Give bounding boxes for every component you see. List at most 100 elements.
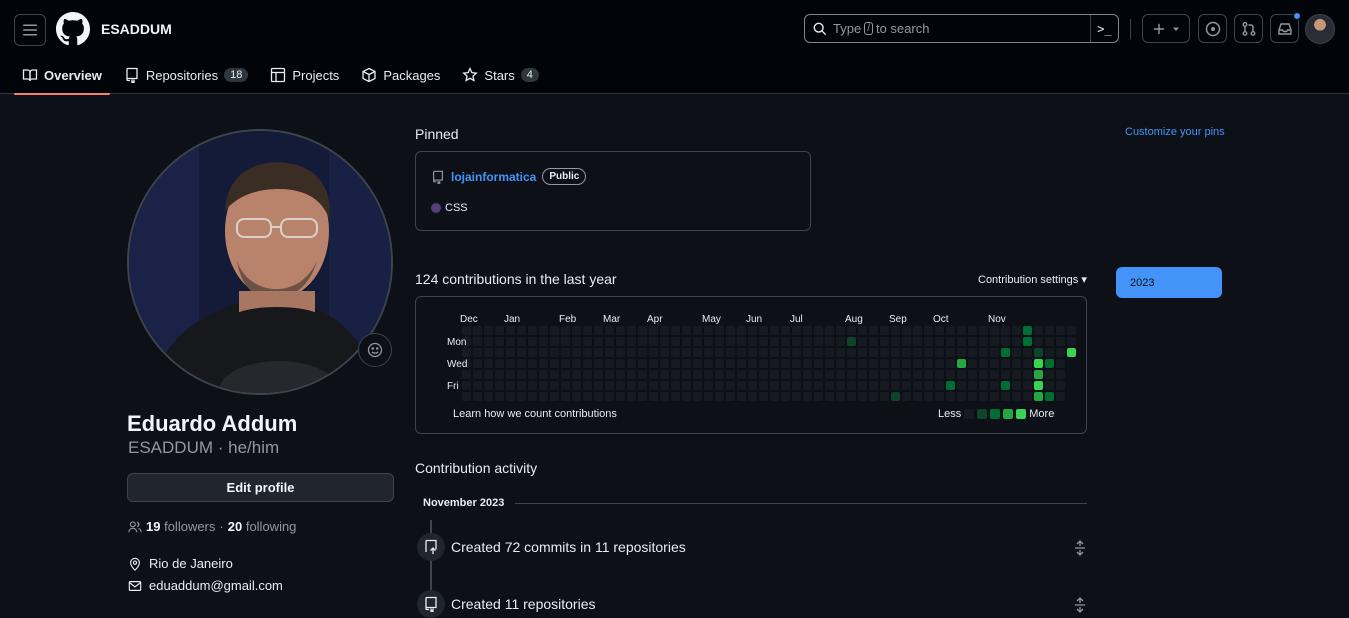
contribution-day[interactable]: [605, 392, 614, 401]
contribution-day[interactable]: [660, 359, 669, 368]
contribution-day[interactable]: [528, 326, 537, 335]
contribution-day[interactable]: [770, 337, 779, 346]
contribution-day[interactable]: [726, 392, 735, 401]
contribution-day[interactable]: [880, 370, 889, 379]
contribution-day[interactable]: [836, 359, 845, 368]
contribution-day[interactable]: [616, 359, 625, 368]
contribution-day[interactable]: [473, 359, 482, 368]
contribution-day[interactable]: [1056, 370, 1065, 379]
contribution-day[interactable]: [880, 348, 889, 357]
contribution-day[interactable]: [1023, 370, 1032, 379]
contribution-day[interactable]: [792, 381, 801, 390]
contribution-day[interactable]: [880, 337, 889, 346]
contribution-day[interactable]: [902, 392, 911, 401]
contribution-day[interactable]: [726, 337, 735, 346]
contribution-day[interactable]: [528, 348, 537, 357]
contribution-day[interactable]: [825, 370, 834, 379]
contribution-day[interactable]: [506, 392, 515, 401]
contribution-day[interactable]: [781, 381, 790, 390]
contribution-day[interactable]: [638, 337, 647, 346]
contribution-day[interactable]: [1034, 326, 1043, 335]
following-link[interactable]: 20 following: [228, 519, 297, 534]
contribution-day[interactable]: [473, 381, 482, 390]
menu-button[interactable]: [14, 14, 46, 46]
contribution-day[interactable]: [979, 370, 988, 379]
contribution-day[interactable]: [572, 381, 581, 390]
contribution-day[interactable]: [561, 337, 570, 346]
contribution-day[interactable]: [792, 326, 801, 335]
contribution-day[interactable]: [759, 348, 768, 357]
contribution-day[interactable]: [550, 348, 559, 357]
unfold-icon[interactable]: [1072, 540, 1088, 556]
contribution-day[interactable]: [814, 359, 823, 368]
contribution-day[interactable]: [1045, 392, 1054, 401]
contribution-day[interactable]: [858, 392, 867, 401]
contribution-day[interactable]: [594, 381, 603, 390]
contribution-day[interactable]: [649, 337, 658, 346]
contribution-day[interactable]: [847, 370, 856, 379]
contribution-day[interactable]: [858, 359, 867, 368]
contribution-day[interactable]: [737, 370, 746, 379]
command-palette-button[interactable]: >_: [1090, 15, 1118, 42]
contribution-day[interactable]: [726, 348, 735, 357]
contribution-day[interactable]: [627, 370, 636, 379]
contribution-day[interactable]: [880, 359, 889, 368]
contribution-day[interactable]: [759, 326, 768, 335]
contribution-day[interactable]: [693, 348, 702, 357]
contribution-day[interactable]: [946, 392, 955, 401]
contribution-day[interactable]: [671, 381, 680, 390]
contribution-day[interactable]: [924, 348, 933, 357]
contribution-day[interactable]: [880, 392, 889, 401]
customize-pins-link[interactable]: Customize your pins: [1125, 126, 1225, 138]
contribution-day[interactable]: [495, 370, 504, 379]
contribution-day[interactable]: [638, 392, 647, 401]
contribution-day[interactable]: [792, 348, 801, 357]
contribution-day[interactable]: [627, 326, 636, 335]
contribution-day[interactable]: [891, 359, 900, 368]
contribution-day[interactable]: [1056, 392, 1065, 401]
contribution-day[interactable]: [561, 348, 570, 357]
contribution-day[interactable]: [693, 370, 702, 379]
contribution-day[interactable]: [539, 381, 548, 390]
contribution-day[interactable]: [957, 392, 966, 401]
contribution-day[interactable]: [572, 392, 581, 401]
contribution-day[interactable]: [957, 359, 966, 368]
contribution-day[interactable]: [880, 326, 889, 335]
contribution-day[interactable]: [704, 337, 713, 346]
contribution-day[interactable]: [957, 381, 966, 390]
contribution-day[interactable]: [946, 370, 955, 379]
contribution-day[interactable]: [1067, 348, 1076, 357]
contribution-day[interactable]: [649, 381, 658, 390]
contribution-day[interactable]: [682, 337, 691, 346]
tab-packages[interactable]: Packages: [353, 56, 448, 94]
contribution-day[interactable]: [946, 326, 955, 335]
contribution-day[interactable]: [616, 392, 625, 401]
contribution-day[interactable]: [495, 337, 504, 346]
contribution-day[interactable]: [693, 337, 702, 346]
contribution-day[interactable]: [517, 326, 526, 335]
contribution-day[interactable]: [484, 359, 493, 368]
contribution-day[interactable]: [990, 337, 999, 346]
tab-projects[interactable]: Projects: [262, 56, 347, 94]
contribution-day[interactable]: [473, 326, 482, 335]
contribution-day[interactable]: [935, 348, 944, 357]
unfold-icon[interactable]: [1072, 597, 1088, 613]
contribution-day[interactable]: [638, 359, 647, 368]
contribution-day[interactable]: [682, 348, 691, 357]
contribution-day[interactable]: [913, 392, 922, 401]
contribution-day[interactable]: [880, 381, 889, 390]
contribution-day[interactable]: [869, 381, 878, 390]
contribution-day[interactable]: [550, 392, 559, 401]
contribution-day[interactable]: [539, 337, 548, 346]
contribution-day[interactable]: [781, 337, 790, 346]
contribution-day[interactable]: [1045, 348, 1054, 357]
contribution-day[interactable]: [572, 359, 581, 368]
contribution-day[interactable]: [693, 359, 702, 368]
contribution-day[interactable]: [583, 348, 592, 357]
contribution-day[interactable]: [594, 337, 603, 346]
contribution-day[interactable]: [979, 348, 988, 357]
contribution-day[interactable]: [748, 392, 757, 401]
contribution-day[interactable]: [836, 381, 845, 390]
contribution-day[interactable]: [715, 348, 724, 357]
contribution-day[interactable]: [737, 348, 746, 357]
